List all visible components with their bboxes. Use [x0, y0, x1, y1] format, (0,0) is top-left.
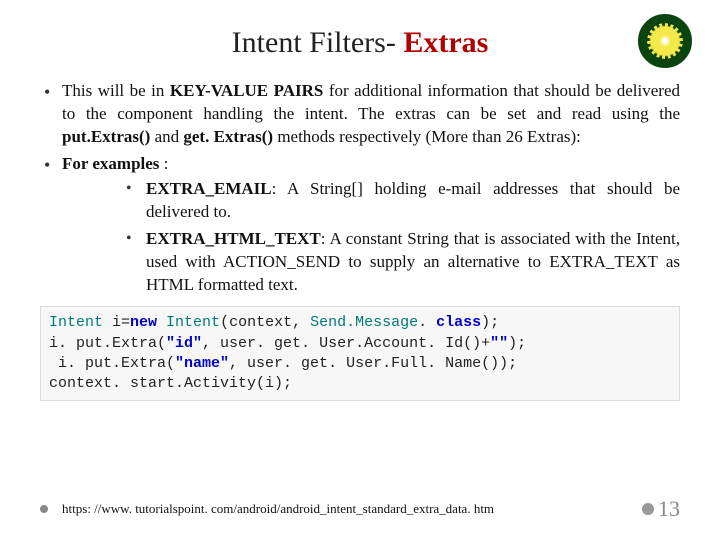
sub-bullet-list: EXTRA_EMAIL: A String[] holding e-mail a… [62, 178, 680, 297]
page-dot-icon [642, 503, 654, 515]
title-prefix: Intent Filters- [232, 26, 404, 59]
sub-bullet-html-text: EXTRA_HTML_TEXT: A constant String that … [126, 228, 680, 297]
sub-bullet-email: EXTRA_EMAIL: A String[] holding e-mail a… [126, 178, 680, 224]
bullet-main: This will be in KEY-VALUE PAIRS for addi… [40, 80, 680, 149]
slide-title: Intent Filters- Extras [40, 26, 680, 60]
university-logo [638, 14, 692, 68]
slide: Intent Filters- Extras This will be in K… [0, 0, 720, 540]
bullet-examples: For examples : EXTRA_EMAIL: A String[] h… [40, 153, 680, 297]
footer: https: //www. tutorialspoint. com/androi… [40, 496, 680, 522]
bullet-list: This will be in KEY-VALUE PAIRS for addi… [40, 80, 680, 296]
page-number: 13 [642, 496, 680, 522]
logo-sun-icon [651, 27, 679, 55]
footer-url: https: //www. tutorialspoint. com/androi… [62, 501, 494, 517]
content-area: This will be in KEY-VALUE PAIRS for addi… [40, 80, 680, 401]
code-block: Intent i=new Intent(context, Send.Messag… [40, 306, 680, 401]
footer-dot-icon [40, 505, 48, 513]
title-highlight: Extras [403, 26, 488, 59]
footer-left: https: //www. tutorialspoint. com/androi… [40, 501, 494, 517]
